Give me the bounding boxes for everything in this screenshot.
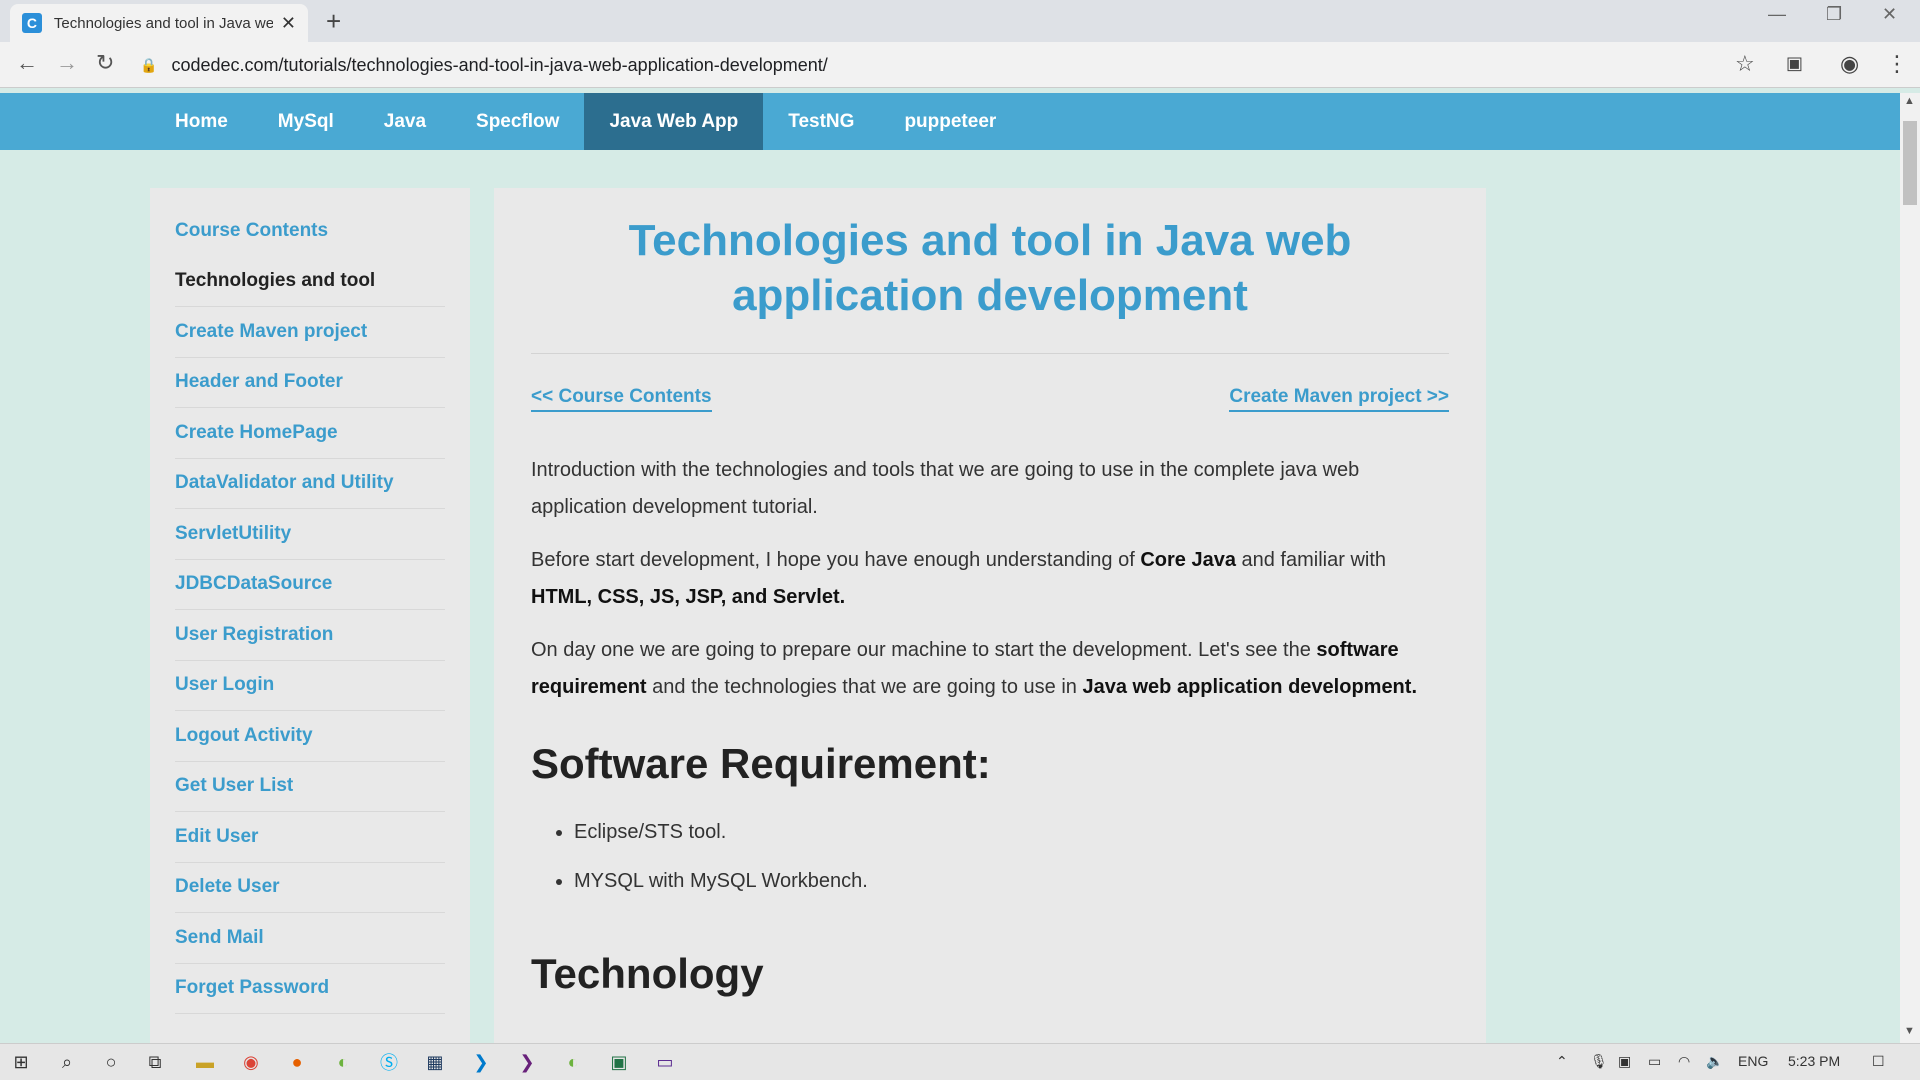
file-explorer-icon[interactable]: ▬ [194, 1051, 216, 1073]
nav-mysql[interactable]: MySql [253, 93, 359, 150]
prereq-web-tech: HTML, CSS, JS, JSP, and Servlet. [531, 586, 846, 608]
nav-testng[interactable]: TestNG [763, 93, 879, 150]
intro-paragraph: Introduction with the technologies and t… [531, 459, 1360, 518]
tab-title: Technologies and tool in Java we [53, 14, 273, 32]
site-navigation: Home MySql Java Specflow Java Web App Te… [0, 93, 1900, 150]
browser-tab-strip: C Technologies and tool in Java we ✕ + —… [0, 0, 1920, 42]
sidebar-item-forget-password[interactable]: Forget Password [175, 964, 445, 1014]
skype-icon[interactable]: Ⓢ [378, 1051, 400, 1073]
sidebar-item-jdbcdatasource[interactable]: JDBCDataSource [175, 560, 445, 610]
window-close-icon[interactable]: ✕ [1882, 4, 1897, 25]
dayone-text-c: and the technologies that we are going t… [646, 676, 1083, 698]
sidebar-item-get-user-list[interactable]: Get User List [175, 762, 445, 812]
cortana-icon[interactable]: ○ [100, 1051, 122, 1073]
prev-link[interactable]: << Course Contents [531, 386, 712, 412]
battery-icon[interactable]: ▭ [1648, 1053, 1661, 1070]
firefox-icon[interactable]: ● [286, 1051, 308, 1073]
windows-start-icon[interactable]: ⊞ [10, 1051, 32, 1073]
forward-icon[interactable]: → [56, 50, 78, 76]
task-view-icon[interactable]: ⧉ [144, 1051, 166, 1073]
microphone-icon[interactable]: 🎙 [1590, 1053, 1608, 1070]
scroll-down-icon[interactable]: ▼ [1904, 1025, 1915, 1037]
title-divider [531, 353, 1449, 354]
excel-icon[interactable]: ▣ [608, 1051, 630, 1073]
minimize-icon[interactable]: — [1768, 4, 1786, 25]
sidebar-item-create-maven-project[interactable]: Create Maven project [175, 307, 445, 358]
prereq-core-java: Core Java [1140, 549, 1236, 571]
dayone-text-a: On day one we are going to prepare our m… [531, 639, 1317, 661]
course-sidebar: Course Contents Technologies and tool Cr… [150, 188, 470, 1048]
scrollbar-thumb[interactable] [1903, 121, 1917, 205]
page-scrollbar[interactable]: ▲ ▼ [1900, 93, 1920, 1043]
lock-icon: 🔒 [140, 56, 158, 73]
software-requirement-heading: Software Requirement: [531, 740, 991, 787]
page-title: Technologies and tool in Java web applic… [628, 216, 1352, 320]
tray-app-icon[interactable]: ▣ [1618, 1053, 1631, 1070]
close-tab-icon[interactable]: ✕ [281, 13, 296, 34]
next-link[interactable]: Create Maven project >> [1229, 386, 1449, 412]
list-item: Eclipse/STS tool. [574, 808, 1449, 857]
technology-heading: Technology [531, 950, 764, 997]
day-one-paragraph: On day one we are going to prepare our m… [531, 632, 1449, 706]
prereq-text-a: Before start development, I hope you hav… [531, 549, 1141, 571]
wifi-icon[interactable]: ◠ [1678, 1053, 1690, 1070]
nav-specflow[interactable]: Specflow [451, 93, 584, 150]
new-tab-button[interactable]: + [326, 6, 341, 37]
dayone-java-web-app: Java web application development. [1082, 676, 1417, 698]
eclipse-icon[interactable]: ◐ [562, 1051, 584, 1073]
prereq-text-c: and familiar with [1235, 549, 1387, 571]
mysql-workbench-icon[interactable]: ▦ [424, 1051, 446, 1073]
browser-toolbar: ← → ↻ 🔒 codedec.com/tutorials/technologi… [0, 42, 1920, 88]
sidebar-item-user-login[interactable]: User Login [175, 661, 445, 711]
sidebar-item-technologies-and-tool[interactable]: Technologies and tool [175, 257, 445, 307]
article-pager: << Course Contents Create Maven project … [531, 386, 1449, 412]
language-indicator[interactable]: ENG [1738, 1053, 1768, 1069]
nav-java[interactable]: Java [359, 93, 451, 150]
restore-icon[interactable]: ❐ [1826, 4, 1842, 25]
extension-icon[interactable]: ▣ [1786, 53, 1803, 74]
sidebar-item-delete-user[interactable]: Delete User [175, 863, 445, 913]
profile-icon[interactable]: ◉ [1840, 51, 1859, 77]
bookmark-star-icon[interactable]: ☆ [1735, 51, 1755, 77]
browser-tab[interactable]: C Technologies and tool in Java we ✕ [10, 4, 308, 42]
sidebar-item-course-contents[interactable]: Course Contents [175, 206, 445, 257]
nav-home[interactable]: Home [150, 93, 253, 150]
sidebar-item-user-registration[interactable]: User Registration [175, 610, 445, 661]
sidebar-item-logout-activity[interactable]: Logout Activity [175, 711, 445, 762]
sidebar-item-servletutility[interactable]: ServletUtility [175, 509, 445, 560]
sidebar-item-header-and-footer[interactable]: Header and Footer [175, 358, 445, 408]
nav-java-web-app[interactable]: Java Web App [584, 93, 764, 150]
requirements-list: Eclipse/STS tool. MYSQL with MySQL Workb… [531, 808, 1449, 906]
spring-tool-icon[interactable]: ◐ [332, 1051, 354, 1073]
windows-taskbar: ⊞ ⌕ ○ ⧉ ▬ ◉ ● ◐ Ⓢ ▦ ❯ ❯ ◐ ▣ ▭ ⌃ 🎙 ▣ ▭ ◠ … [0, 1043, 1920, 1080]
vscode-icon[interactable]: ❯ [470, 1051, 492, 1073]
menu-icon[interactable]: ⋮ [1886, 51, 1908, 77]
sidebar-item-datavalidator-and-utility[interactable]: DataValidator and Utility [175, 459, 445, 509]
visual-studio-icon[interactable]: ❯ [516, 1051, 538, 1073]
nav-puppeteer[interactable]: puppeteer [879, 93, 1021, 150]
tray-chevron-icon[interactable]: ⌃ [1556, 1053, 1568, 1070]
sidebar-item-send-mail[interactable]: Send Mail [175, 913, 445, 964]
site-favicon-icon: C [22, 13, 42, 33]
sidebar-item-create-homepage[interactable]: Create HomePage [175, 408, 445, 459]
list-item: MYSQL with MySQL Workbench. [574, 857, 1449, 906]
url-text: codedec.com/tutorials/technologies-and-t… [171, 54, 828, 75]
chrome-icon[interactable]: ◉ [240, 1051, 262, 1073]
back-icon[interactable]: ← [16, 50, 38, 76]
article-content: Technologies and tool in Java web applic… [494, 188, 1486, 1048]
search-icon[interactable]: ⌕ [56, 1051, 78, 1073]
address-bar[interactable]: 🔒 codedec.com/tutorials/technologies-and… [140, 47, 1750, 83]
camtasia-icon[interactable]: ▭ [654, 1051, 676, 1073]
volume-icon[interactable]: 🔈 [1706, 1053, 1723, 1070]
clock[interactable]: 5:23 PM [1788, 1053, 1840, 1069]
notifications-icon[interactable]: ☐ [1872, 1053, 1885, 1070]
scroll-up-icon[interactable]: ▲ [1904, 95, 1915, 107]
prerequisite-paragraph: Before start development, I hope you hav… [531, 542, 1449, 616]
reload-icon[interactable]: ↻ [96, 50, 114, 76]
sidebar-item-edit-user[interactable]: Edit User [175, 812, 445, 863]
